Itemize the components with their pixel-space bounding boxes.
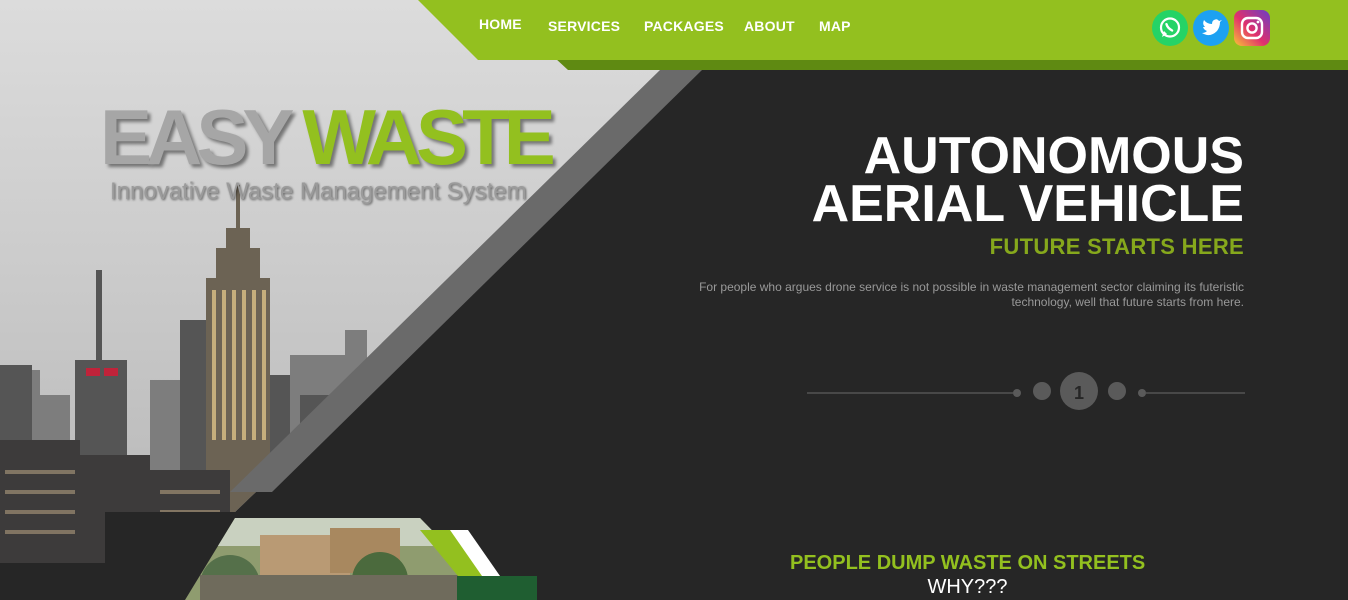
- nav-bar: [418, 0, 1348, 70]
- nav-services[interactable]: SERVICES: [548, 18, 620, 34]
- section-title: PEOPLE DUMP WASTE ON STREETS: [790, 552, 1146, 574]
- hero-headline: AUTONOMOUS AERIAL VEHICLE: [811, 127, 1244, 233]
- instagram-icon[interactable]: [1234, 10, 1270, 46]
- hero-description: For people who argues drone service is n…: [699, 280, 1244, 309]
- slider-current-number: 1: [1073, 383, 1084, 403]
- page: HOME SERVICES PACKAGES ABOUT MAP EASY WA…: [0, 0, 1348, 600]
- nav-packages[interactable]: PACKAGES: [644, 18, 724, 34]
- slider-dot-far-left[interactable]: [1013, 389, 1021, 397]
- slider-dot-prev[interactable]: [1033, 382, 1051, 400]
- brand-logo: EASY WASTE: [100, 98, 556, 176]
- hero-headline-line2: AERIAL VEHICLE: [811, 175, 1244, 233]
- section-subtitle: WHY???: [927, 576, 1008, 598]
- whatsapp-icon[interactable]: [1152, 10, 1188, 46]
- twitter-icon[interactable]: [1193, 10, 1229, 46]
- nav-home[interactable]: HOME: [479, 16, 522, 32]
- brand-easy: EASY: [100, 93, 294, 181]
- slider-dot-far-right[interactable]: [1138, 389, 1146, 397]
- hero-headline-line1: AUTONOMOUS: [863, 127, 1244, 185]
- nav-about[interactable]: ABOUT: [744, 18, 795, 34]
- nav-map[interactable]: MAP: [819, 18, 851, 34]
- brand-tagline: Innovative Waste Management System: [110, 178, 527, 205]
- hero-subheadline: FUTURE STARTS HERE: [989, 234, 1244, 259]
- brand-waste: WASTE: [302, 93, 555, 181]
- slider-dot-next[interactable]: [1108, 382, 1126, 400]
